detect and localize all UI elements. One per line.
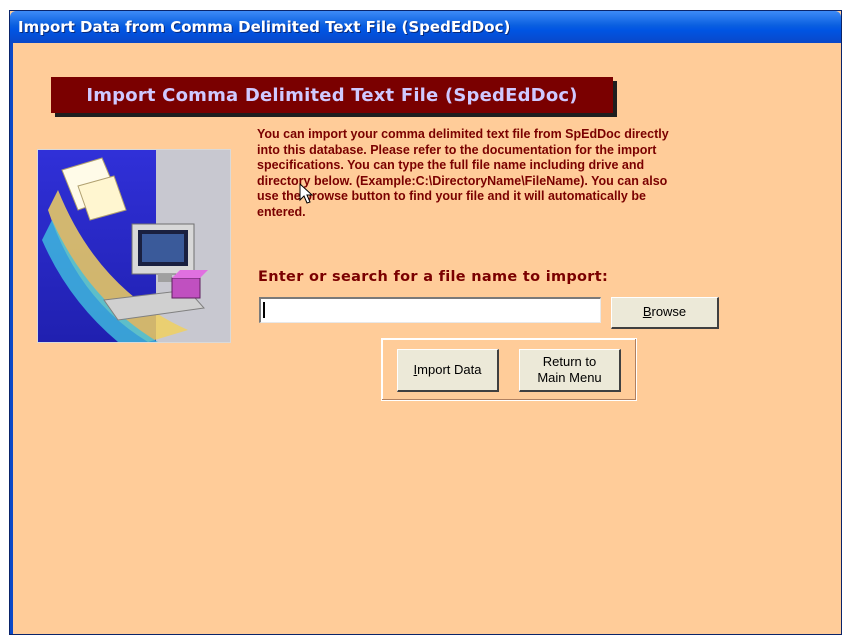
file-name-input[interactable]	[259, 297, 601, 323]
mouse-pointer-icon	[299, 183, 314, 204]
return-to-main-menu-button[interactable]: Return to Main Menu	[519, 349, 621, 392]
text-caret	[263, 302, 265, 318]
file-name-label: Enter or search for a file name to impor…	[258, 269, 609, 285]
import-window: Import Data from Comma Delimited Text Fi…	[9, 10, 842, 635]
form-banner: Import Comma Delimited Text File (SpedEd…	[51, 77, 613, 113]
return-label-line2: Main Menu	[537, 370, 602, 385]
form-area: Import Comma Delimited Text File (SpedEd…	[10, 43, 841, 634]
window-title: Import Data from Comma Delimited Text Fi…	[18, 18, 511, 36]
browse-button[interactable]: Browse	[611, 297, 719, 329]
instructions-text: You can import your comma delimited text…	[257, 127, 669, 219]
computer-illustration-icon	[37, 149, 231, 343]
import-label-rest: mport Data	[417, 362, 482, 377]
import-data-button[interactable]: Import Data	[397, 349, 499, 392]
return-label-line1: Return to	[542, 354, 597, 369]
browse-label-rest: rowse	[651, 304, 687, 319]
banner-title: Import Comma Delimited Text File (SpedEd…	[86, 85, 578, 106]
title-bar[interactable]: Import Data from Comma Delimited Text Fi…	[10, 11, 841, 43]
